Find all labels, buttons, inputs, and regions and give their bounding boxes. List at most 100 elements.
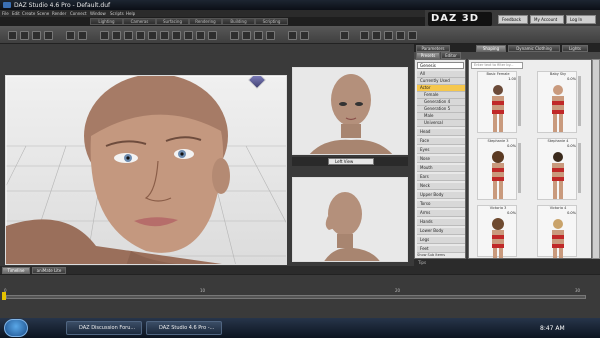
universal-tool-icon[interactable] xyxy=(100,31,109,40)
timeline-scrubber[interactable] xyxy=(6,295,586,299)
menu-file[interactable]: File xyxy=(2,11,9,16)
camera-tool-icon[interactable] xyxy=(254,31,263,40)
geometry-editor-icon[interactable] xyxy=(184,31,193,40)
taskbar-item[interactable]: DAZ Studio 4.6 Pro -... xyxy=(146,321,222,335)
list-item[interactable]: Neck xyxy=(417,183,465,190)
figure-dropdown[interactable]: Genesis xyxy=(417,62,464,69)
preset-slider[interactable] xyxy=(518,76,521,126)
camera-zoom-icon[interactable] xyxy=(384,31,393,40)
preset-thumbnail[interactable]: Baby Sky 0.0% xyxy=(537,71,581,133)
menu-scene[interactable]: Scene xyxy=(37,11,49,16)
menu-help[interactable]: Help xyxy=(126,11,135,16)
filter-input[interactable]: Enter text to filter by... xyxy=(471,62,523,69)
undo-icon[interactable] xyxy=(66,31,75,40)
list-item[interactable]: All xyxy=(417,71,465,78)
room-tab-rendering[interactable]: Rendering xyxy=(189,18,222,25)
node-weight-brush-icon[interactable] xyxy=(148,31,157,40)
tab-lights[interactable]: Lights xyxy=(562,45,588,52)
list-item[interactable]: Nose xyxy=(417,156,465,163)
list-item[interactable]: Ears xyxy=(417,174,465,181)
redo-icon[interactable] xyxy=(78,31,87,40)
preset-slider[interactable] xyxy=(578,76,581,126)
list-item[interactable]: Universal xyxy=(417,120,465,127)
my-account-button[interactable]: My Account xyxy=(530,15,564,24)
list-item[interactable]: Currently Used xyxy=(417,78,465,85)
open-file-icon[interactable] xyxy=(32,31,41,40)
rotate-tool-icon[interactable] xyxy=(124,31,133,40)
pointer-tool-icon[interactable] xyxy=(230,31,239,40)
list-item[interactable]: Female xyxy=(417,92,465,99)
list-item[interactable]: Arms xyxy=(417,210,465,217)
render-settings-icon[interactable] xyxy=(300,31,309,40)
tab-shaping[interactable]: Shaping xyxy=(476,45,506,52)
menu-create[interactable]: Create xyxy=(22,11,35,16)
subtab-editor[interactable]: Editor xyxy=(441,52,461,59)
log-in-button[interactable]: Log In xyxy=(566,15,596,24)
preset-thumbnail[interactable]: Victoria 3 0.0% xyxy=(477,205,517,258)
list-item[interactable]: Head xyxy=(417,129,465,136)
preset-thumbnail[interactable]: Victoria 4 0.0% xyxy=(537,205,577,258)
save-icon[interactable] xyxy=(44,31,53,40)
main-viewport[interactable] xyxy=(5,75,287,265)
list-item[interactable]: Upper Body xyxy=(417,192,465,199)
preset-thumbnail[interactable]: Stephanie 4 0.0% xyxy=(537,138,581,200)
list-item[interactable]: Mouth xyxy=(417,165,465,172)
list-item[interactable]: Actor xyxy=(417,85,465,92)
select-tool-icon[interactable] xyxy=(8,31,17,40)
feedback-button[interactable]: Feedback xyxy=(498,15,528,24)
room-tab-lighting[interactable]: Lighting xyxy=(90,18,123,25)
room-tab-surfacing[interactable]: Surfacing xyxy=(156,18,189,25)
list-item[interactable]: Hands xyxy=(417,219,465,226)
menu-edit[interactable]: Edit xyxy=(12,11,20,16)
view-layout-icon[interactable] xyxy=(340,31,349,40)
room-tab-cameras[interactable]: Cameras xyxy=(123,18,156,25)
list-item[interactable]: Male xyxy=(417,113,465,120)
presets-scrollbar[interactable] xyxy=(592,59,600,259)
menu-window[interactable]: Window xyxy=(90,11,106,16)
menu-connect[interactable]: Connect xyxy=(70,11,87,16)
list-item[interactable]: Generation 4 xyxy=(417,99,465,106)
region-navigator-icon[interactable] xyxy=(208,31,217,40)
subtab-presets[interactable]: Presets xyxy=(416,52,440,59)
list-item[interactable]: Eyes xyxy=(417,147,465,154)
tips-tab[interactable]: Tips xyxy=(414,259,600,266)
playhead-marker[interactable] xyxy=(2,292,6,300)
tab-dynamic-clothing[interactable]: Dynamic Clothing xyxy=(508,45,560,52)
list-item[interactable]: Torso xyxy=(417,201,465,208)
preset-slider[interactable] xyxy=(578,143,581,193)
new-scene-icon[interactable] xyxy=(20,31,29,40)
preset-thumbnail[interactable]: Basic Female 1.00 xyxy=(477,71,521,133)
start-button[interactable] xyxy=(4,319,28,337)
left-viewport[interactable] xyxy=(292,177,408,262)
show-sub-items-checkbox[interactable]: Show Sub Items xyxy=(417,253,445,257)
room-tab-building[interactable]: Building xyxy=(222,18,255,25)
view-select[interactable]: Left View xyxy=(328,158,374,165)
render-icon[interactable] xyxy=(288,31,297,40)
menu-scripts[interactable]: Scripts xyxy=(110,11,124,16)
tab-timeline[interactable]: Timeline xyxy=(2,267,30,274)
front-viewport[interactable] xyxy=(292,67,408,155)
list-item[interactable]: Legs xyxy=(417,237,465,244)
list-item[interactable]: Generation 5 xyxy=(417,106,465,113)
list-item[interactable]: Feet xyxy=(417,246,465,253)
taskbar-item[interactable]: DAZ Discussion Foru... xyxy=(66,321,142,335)
scale-tool-icon[interactable] xyxy=(136,31,145,40)
camera-orbit-icon[interactable] xyxy=(360,31,369,40)
joint-editor-icon[interactable] xyxy=(160,31,169,40)
surface-selection-icon[interactable] xyxy=(172,31,181,40)
room-tab-scripting[interactable]: Scripting xyxy=(255,18,288,25)
preset-slider[interactable] xyxy=(518,143,521,193)
tab-animate-lite[interactable]: aniMate Lite xyxy=(32,267,66,274)
list-item[interactable]: Lower Body xyxy=(417,228,465,235)
list-item[interactable]: Face xyxy=(417,138,465,145)
figure-tool-icon[interactable] xyxy=(242,31,251,40)
camera-pan-icon[interactable] xyxy=(372,31,381,40)
tab-parameters[interactable]: Parameters xyxy=(416,45,450,52)
light-tool-icon[interactable] xyxy=(266,31,275,40)
camera-frame-icon[interactable] xyxy=(396,31,405,40)
spot-render-icon[interactable] xyxy=(196,31,205,40)
menu-render[interactable]: Render xyxy=(52,11,66,16)
camera-reset-icon[interactable] xyxy=(408,31,417,40)
preset-thumbnail[interactable]: Stephanie 3 0.0% xyxy=(477,138,521,200)
translate-tool-icon[interactable] xyxy=(112,31,121,40)
